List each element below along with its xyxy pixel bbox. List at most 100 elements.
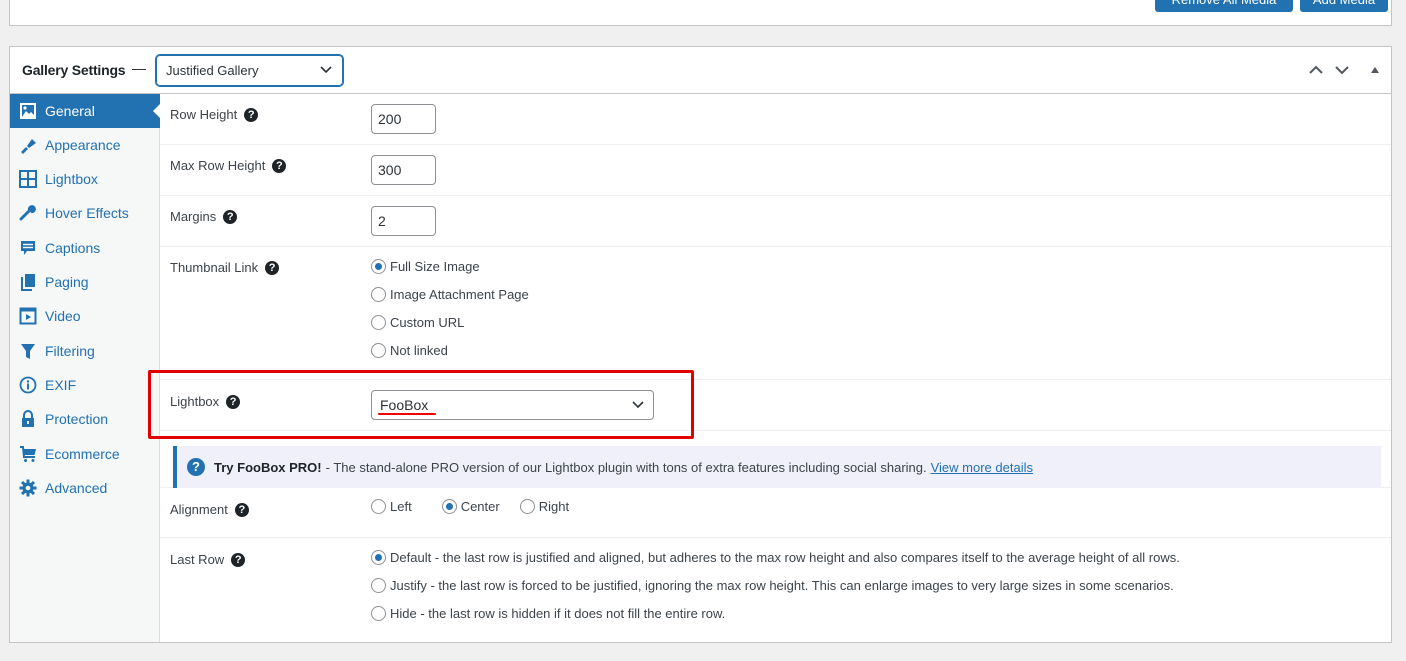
red-underline-annotation xyxy=(378,413,436,415)
setting-alignment: Alignment ? Left Center Right xyxy=(160,487,1391,538)
sidebar-item-ecommerce[interactable]: Ecommerce xyxy=(10,437,160,471)
question-icon: ? xyxy=(187,458,205,476)
help-icon[interactable]: ? xyxy=(265,260,280,275)
sidebar-item-filtering[interactable]: Filtering xyxy=(10,334,160,368)
sidebar-item-label: Ecommerce xyxy=(45,446,120,462)
title-separator: — xyxy=(132,60,146,76)
sidebar-item-hover-effects[interactable]: Hover Effects xyxy=(10,196,160,230)
view-more-details-link[interactable]: View more details xyxy=(931,460,1033,475)
option-label: Default - the last row is justified and … xyxy=(390,550,1180,565)
row-height-label: Row Height ? xyxy=(170,107,259,122)
setting-last-row: Last Row ? Default - the last row is jus… xyxy=(160,538,1391,644)
move-down-icon[interactable] xyxy=(1334,63,1350,77)
lightbox-value: FooBox xyxy=(380,397,429,413)
last-row-label: Last Row ? xyxy=(170,552,246,567)
option-label: Hide - the last row is hidden if it does… xyxy=(390,606,726,621)
lock-icon xyxy=(22,410,34,427)
sidebar-item-protection[interactable]: Protection xyxy=(10,402,160,436)
max-row-height-label: Max Row Height ? xyxy=(170,158,287,173)
lightbox-select[interactable]: FooBox xyxy=(371,390,654,420)
pages-icon xyxy=(21,274,35,291)
thumbnail-link-option-custom-url[interactable]: Custom URL xyxy=(371,315,464,330)
alignment-option-left[interactable]: Left xyxy=(371,499,412,514)
label-text: Margins xyxy=(170,209,217,224)
alignment-option-right[interactable]: Right xyxy=(519,499,569,514)
thumbnail-link-label: Thumbnail Link ? xyxy=(170,260,280,275)
help-icon[interactable]: ? xyxy=(234,502,249,517)
last-row-option-hide[interactable]: Hide - the last row is hidden if it does… xyxy=(371,606,725,621)
radio-button[interactable] xyxy=(371,315,386,330)
sidebar-item-exif[interactable]: EXIF xyxy=(10,368,160,402)
label-text: Alignment xyxy=(170,502,228,517)
setting-margins: Margins ? 2 xyxy=(160,196,1391,247)
help-icon[interactable]: ? xyxy=(231,552,246,567)
radio-button[interactable] xyxy=(371,343,386,358)
sidebar-item-label: Captions xyxy=(45,240,101,256)
wrench-icon xyxy=(19,205,36,221)
option-label: Image Attachment Page xyxy=(390,287,529,302)
chevron-down-icon xyxy=(632,401,644,409)
sidebar-item-advanced[interactable]: Advanced xyxy=(10,471,160,505)
sidebar-item-label: Advanced xyxy=(45,480,108,496)
notice-title: Try FooBox PRO! xyxy=(214,459,322,475)
panel-header: Gallery Settings — Justified Gallery xyxy=(10,47,1391,94)
sidebar-item-label: Appearance xyxy=(45,137,121,153)
settings-sidebar: General Appearance Lightbox Hover Effect… xyxy=(10,94,161,642)
grid-icon xyxy=(19,170,37,188)
panel-title: Gallery Settings xyxy=(22,62,126,78)
move-up-icon[interactable] xyxy=(1308,63,1324,77)
label-text: Row Height xyxy=(170,107,238,122)
label-text: Thumbnail Link xyxy=(170,260,259,275)
radio-button[interactable] xyxy=(371,499,386,514)
help-icon[interactable]: ? xyxy=(272,158,287,173)
radio-button[interactable] xyxy=(519,499,535,514)
thumbnail-link-option-not-linked[interactable]: Not linked xyxy=(371,343,448,358)
max-row-height-input[interactable]: 300 xyxy=(371,155,436,185)
sidebar-item-paging[interactable]: Paging xyxy=(10,265,160,299)
info-icon xyxy=(19,376,37,394)
sidebar-item-label: General xyxy=(45,103,95,119)
radio-button[interactable] xyxy=(371,287,386,302)
remove-all-media-button[interactable]: Remove All Media xyxy=(1155,0,1293,12)
radio-button[interactable] xyxy=(371,606,386,621)
row-height-input[interactable]: 200 xyxy=(371,104,436,134)
sidebar-item-general[interactable]: General xyxy=(10,94,161,128)
radio-button[interactable] xyxy=(371,550,386,565)
sidebar-item-label: Filtering xyxy=(45,343,95,359)
sidebar-item-captions[interactable]: Captions xyxy=(10,231,160,265)
chevron-down-icon xyxy=(320,66,332,74)
sidebar-item-label: EXIF xyxy=(45,377,77,393)
sidebar-item-video[interactable]: Video xyxy=(10,299,160,333)
help-icon[interactable]: ? xyxy=(226,394,241,409)
toggle-panel-icon[interactable] xyxy=(1367,63,1383,77)
comment-icon xyxy=(21,241,35,255)
help-icon[interactable]: ? xyxy=(244,107,259,122)
thumbnail-link-option-attachment[interactable]: Image Attachment Page xyxy=(371,287,529,302)
media-toolbar: Remove All Media Add Media xyxy=(9,0,1392,26)
radio-button[interactable] xyxy=(371,578,386,593)
radio-button[interactable] xyxy=(371,259,386,274)
help-icon[interactable]: ? xyxy=(223,209,238,224)
alignment-options: Left Center Right xyxy=(371,499,569,514)
thumbnail-link-option-full-size[interactable]: Full Size Image xyxy=(371,259,480,274)
setting-lightbox: Lightbox ? FooBox xyxy=(160,380,1391,431)
lightbox-label: Lightbox ? xyxy=(170,394,241,409)
last-row-option-default[interactable]: Default - the last row is justified and … xyxy=(371,550,1180,565)
paintbrush-icon xyxy=(21,139,36,154)
margins-label: Margins ? xyxy=(170,209,238,224)
add-media-button[interactable]: Add Media xyxy=(1300,0,1388,12)
radio-button[interactable] xyxy=(441,499,457,514)
last-row-option-justify[interactable]: Justify - the last row is forced to be j… xyxy=(371,578,1174,593)
gallery-type-select[interactable]: Justified Gallery xyxy=(156,55,343,86)
sidebar-item-lightbox[interactable]: Lightbox xyxy=(10,162,160,196)
image-icon xyxy=(20,103,36,119)
sidebar-item-appearance[interactable]: Appearance xyxy=(10,128,160,162)
option-label: Not linked xyxy=(390,343,448,358)
margins-input[interactable]: 2 xyxy=(371,206,436,236)
label-text: Last Row xyxy=(170,552,225,567)
option-label: Center xyxy=(460,499,500,514)
gallery-type-value: Justified Gallery xyxy=(166,63,259,78)
option-label: Left xyxy=(390,499,412,514)
setting-max-row-height: Max Row Height ? 300 xyxy=(160,145,1391,196)
alignment-option-center[interactable]: Center xyxy=(441,499,500,514)
